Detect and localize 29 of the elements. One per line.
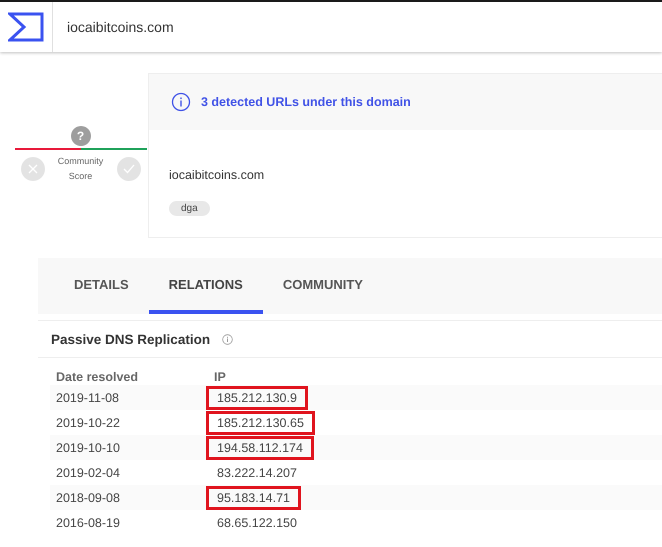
score-marker: ? bbox=[70, 126, 90, 146]
tag[interactable]: dga bbox=[169, 201, 210, 216]
tab[interactable]: DETAILS bbox=[54, 258, 149, 314]
close-icon bbox=[28, 164, 38, 174]
column-header: Date resolved bbox=[50, 369, 208, 385]
date-cell: 2016-08-19 bbox=[50, 510, 208, 535]
date-cell: 2019-11-08 bbox=[50, 385, 208, 410]
detection-text[interactable]: 3 detected URLs under this domain bbox=[201, 95, 411, 109]
date-cell: 2019-02-04 bbox=[50, 460, 208, 485]
info-icon[interactable] bbox=[222, 334, 234, 344]
column-header: IP bbox=[208, 369, 662, 385]
logo-icon[interactable] bbox=[8, 12, 44, 42]
tab[interactable]: RELATIONS bbox=[148, 258, 263, 314]
date-cell: 2019-10-22 bbox=[50, 410, 208, 435]
checkmark-icon bbox=[122, 164, 134, 174]
highlighted-ip-link[interactable]: 185.212.130.65 bbox=[206, 410, 315, 434]
highlighted-ip-link[interactable]: 194.58.112.174 bbox=[206, 436, 314, 460]
ip-link[interactable]: 83.222.14.207 bbox=[206, 460, 308, 484]
date-cell: 2019-10-10 bbox=[50, 435, 208, 460]
tab[interactable]: COMMUNITY bbox=[262, 258, 383, 314]
score-label: Community Score bbox=[56, 155, 104, 183]
search-field[interactable]: iocaibitcoins.com bbox=[53, 2, 662, 52]
info-icon bbox=[171, 92, 191, 112]
date-cell: 2018-09-08 bbox=[50, 485, 208, 510]
ip-link[interactable]: 68.65.122.150 bbox=[206, 510, 308, 534]
section-title: Passive DNS Replication bbox=[51, 332, 210, 346]
highlighted-ip-link[interactable]: 185.212.130.9 bbox=[206, 386, 308, 410]
highlighted-ip-link[interactable]: 95.183.14.71 bbox=[206, 486, 301, 510]
domain-name: iocaibitcoins.com bbox=[169, 168, 266, 182]
